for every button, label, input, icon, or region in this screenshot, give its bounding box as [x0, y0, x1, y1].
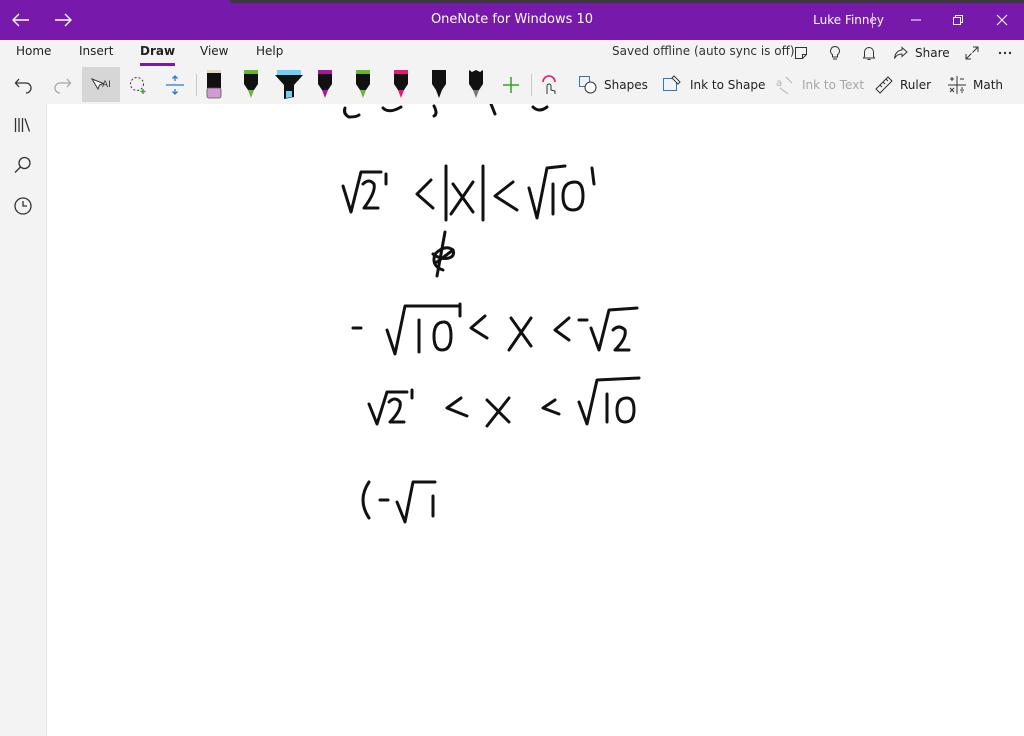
pen-icon [356, 70, 370, 98]
plus-icon [503, 77, 519, 93]
add-pen-button[interactable] [501, 66, 521, 104]
undo-button[interactable] [14, 66, 34, 104]
pen-tool-purple[interactable] [314, 66, 336, 104]
search-icon [14, 156, 31, 173]
math-button[interactable]: Math [947, 66, 1003, 104]
ink-to-text-button[interactable]: a Ink to Text [774, 66, 864, 104]
sync-status: Saved offline (auto sync is off) [612, 44, 795, 58]
undo-icon [14, 78, 32, 94]
note-canvas[interactable] [47, 104, 1024, 736]
search-button[interactable] [11, 153, 35, 177]
ink-to-shape-button[interactable]: Ink to Shape [662, 66, 765, 104]
highlighter-icon [275, 70, 303, 99]
ellipsis-icon [998, 51, 1012, 55]
draw-toolbar: AI Shapes Ink to Shape a Ink to Text Rul… [0, 66, 1024, 105]
redo-icon [54, 78, 72, 94]
pencil-icon [469, 70, 483, 98]
left-navigation [0, 104, 47, 736]
ribbon-tabs: Home Insert Draw View Help Saved offline… [0, 40, 1024, 66]
eraser-tool[interactable] [204, 66, 224, 104]
close-icon [996, 14, 1008, 26]
ruler-label: Ruler [900, 78, 932, 92]
ink-to-shape-label: Ink to Shape [690, 78, 766, 92]
toolbar-separator [196, 74, 197, 96]
insert-space-icon [166, 75, 184, 95]
ink-to-text-icon: a [776, 76, 793, 95]
tab-help[interactable]: Help [256, 40, 283, 66]
type-select-button[interactable]: AI [90, 66, 112, 104]
pen-icon [394, 70, 408, 98]
tab-draw[interactable]: Draw [140, 40, 176, 66]
svg-text:AI: AI [102, 80, 111, 90]
shapes-icon [579, 76, 597, 94]
touch-draw-icon [542, 75, 556, 94]
shapes-label: Shapes [604, 78, 648, 92]
share-label: Share [915, 46, 950, 60]
text-select-icon: AI [90, 78, 111, 91]
ruler-icon [875, 76, 893, 94]
toolbar-separator [531, 74, 532, 96]
pen-tool-green[interactable] [240, 66, 262, 104]
pencil-tool-black[interactable] [465, 66, 487, 104]
expand-icon [965, 46, 979, 60]
pen-tool-green-2[interactable] [352, 66, 374, 104]
recent-notes-button[interactable] [11, 194, 35, 218]
clock-icon [14, 197, 32, 215]
lasso-icon [130, 77, 146, 94]
highlighter-tool[interactable] [274, 66, 304, 104]
pen-tool-pink[interactable] [390, 66, 412, 104]
share-icon [894, 46, 908, 59]
redo-button[interactable] [52, 66, 72, 104]
tab-view[interactable]: View [200, 40, 228, 66]
minimize-icon [911, 19, 921, 21]
ink-replay-button[interactable] [540, 66, 560, 104]
math-icon [948, 76, 966, 94]
math-label: Math [973, 78, 1004, 92]
pen-icon [432, 70, 446, 98]
sticky-note-icon [795, 47, 807, 59]
library-icon [14, 118, 31, 132]
lightbulb-icon [830, 45, 840, 60]
eraser-icon [206, 70, 222, 99]
bell-icon [862, 47, 876, 60]
ink-to-text-label: Ink to Text [802, 78, 865, 92]
notebooks-button[interactable] [11, 113, 35, 137]
handwritten-ink[interactable] [47, 104, 1024, 736]
tab-home[interactable]: Home [16, 40, 51, 66]
lasso-select-button[interactable] [128, 66, 150, 104]
pen-tool-black[interactable] [428, 66, 450, 104]
pen-icon [318, 70, 332, 98]
ruler-button[interactable]: Ruler [874, 66, 931, 104]
ink-to-shape-icon [663, 75, 681, 91]
add-space-button[interactable] [164, 66, 186, 104]
svg-text:a: a [776, 78, 782, 89]
shapes-button[interactable]: Shapes [578, 66, 648, 104]
tab-insert[interactable]: Insert [79, 40, 113, 66]
title-separator [872, 13, 873, 28]
restore-icon [953, 15, 963, 25]
pen-icon [244, 70, 258, 98]
